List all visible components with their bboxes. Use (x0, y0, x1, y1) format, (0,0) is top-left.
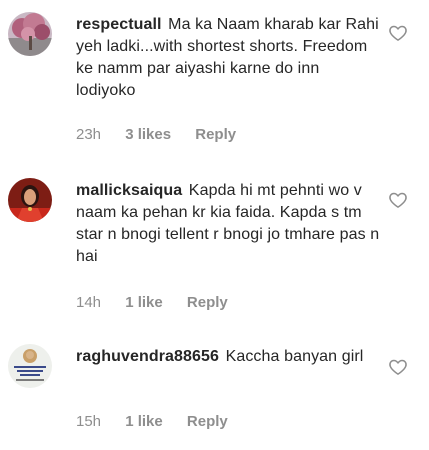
comment-body: respectuall Ma ka Naam kharab kar Rahi y… (76, 14, 381, 102)
heart-icon[interactable] (388, 190, 408, 210)
comment-meta: 15h 1 like Reply (76, 413, 228, 430)
comment-body: mallicksaiqua Kapda hi mt pehnti wo v na… (76, 180, 381, 268)
heart-icon[interactable] (388, 23, 408, 43)
reply-button[interactable]: Reply (195, 126, 236, 143)
blossom-tree-avatar-icon (8, 12, 52, 56)
comment-username[interactable]: mallicksaiqua (76, 182, 182, 199)
comment-likes[interactable]: 1 like (125, 294, 163, 311)
woman-red-dress-avatar-icon (8, 178, 52, 222)
comment-likes[interactable]: 1 like (125, 413, 163, 430)
heart-icon[interactable] (388, 357, 408, 377)
avatar[interactable] (8, 344, 52, 388)
comment-username[interactable]: respectuall (76, 16, 162, 33)
avatar[interactable] (8, 178, 52, 222)
comment-meta: 14h 1 like Reply (76, 294, 228, 311)
comment-time[interactable]: 23h (76, 126, 101, 143)
reply-button[interactable]: Reply (187, 413, 228, 430)
avatar[interactable] (8, 12, 52, 56)
reply-button[interactable]: Reply (187, 294, 228, 311)
comment-likes[interactable]: 3 likes (125, 126, 171, 143)
comment-username[interactable]: raghuvendra88656 (76, 348, 219, 365)
comment-meta: 23h 3 likes Reply (76, 126, 236, 143)
comment-body: raghuvendra88656 Kaccha banyan girl (76, 346, 381, 368)
comment-text: Kaccha banyan girl (225, 348, 364, 365)
comment-time[interactable]: 15h (76, 413, 101, 430)
poster-avatar-icon (8, 344, 52, 388)
comment-time[interactable]: 14h (76, 294, 101, 311)
